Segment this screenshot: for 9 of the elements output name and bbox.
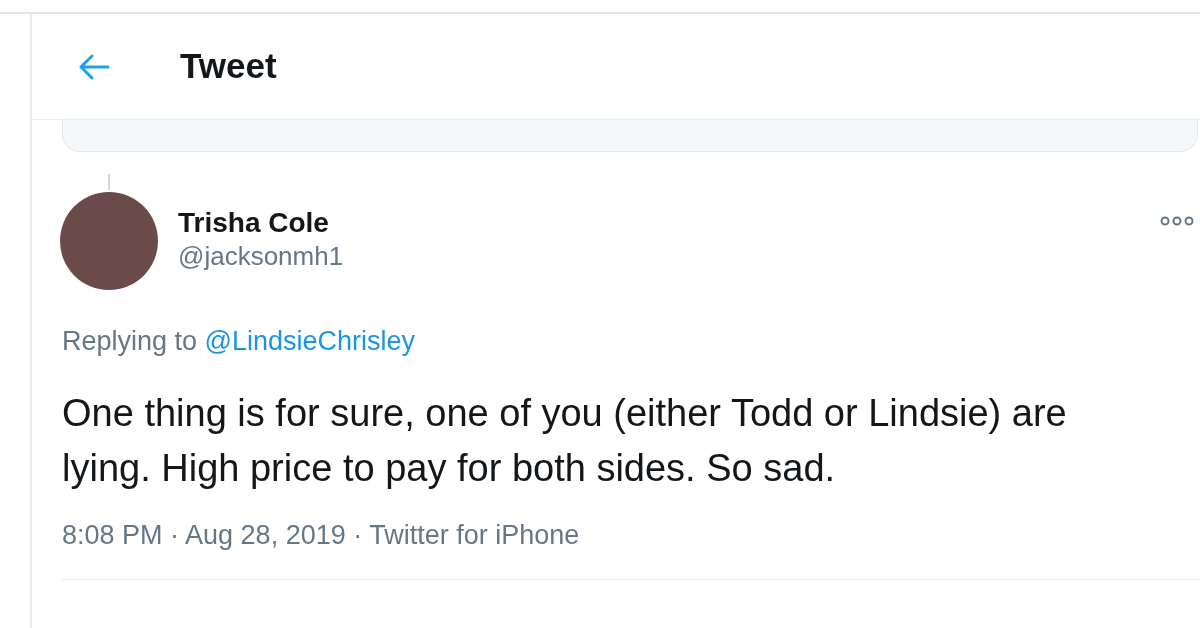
user-handle[interactable]: @jacksonmh1 bbox=[178, 240, 344, 272]
tweet-text: One thing is for sure, one of you (either Todd or Lindsie) are lying. High price to pay for both sides. So sad. bbox=[62, 391, 1068, 491]
replying-to-text: Replying to @LindsieChrisley bbox=[62, 325, 417, 358]
mention-link[interactable]: @LindsieChrisley bbox=[204, 326, 416, 356]
tweet-timestamp: 8:08 PM · Aug 28, 2019 · Twitter for iPhone bbox=[62, 519, 581, 552]
back-icon[interactable] bbox=[78, 52, 110, 81]
more-icon[interactable] bbox=[1160, 216, 1194, 226]
page-title: Tweet bbox=[180, 45, 277, 88]
user-name[interactable]: Trisha Cole bbox=[178, 206, 344, 240]
